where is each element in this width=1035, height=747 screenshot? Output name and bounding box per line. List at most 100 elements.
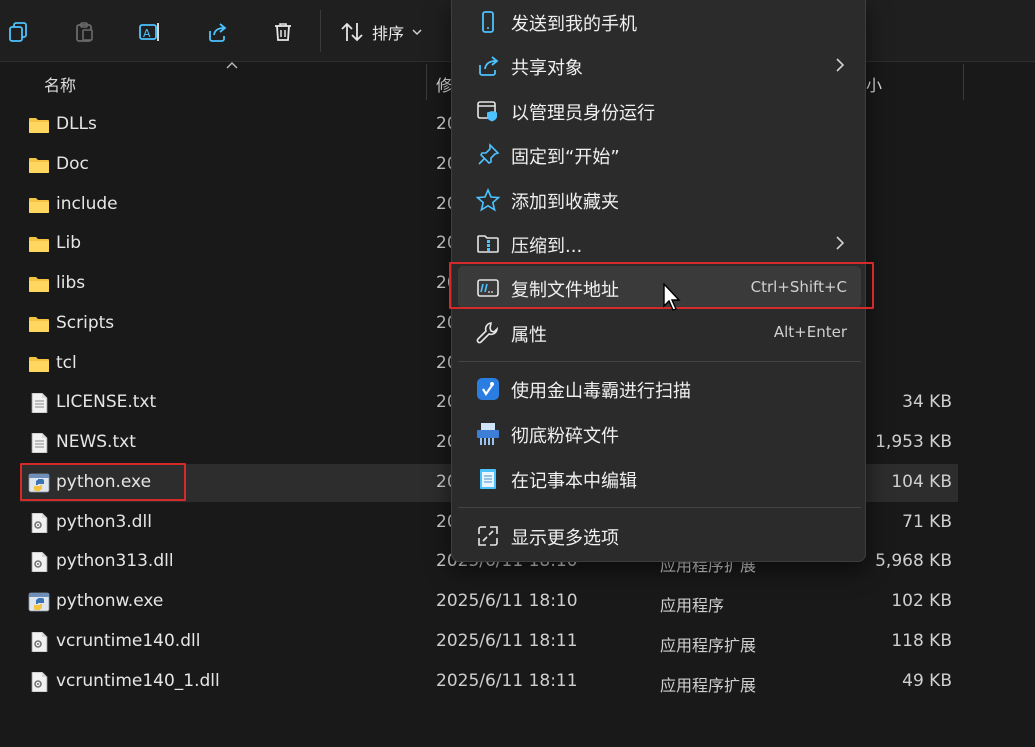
sort-label: 排序 <box>372 24 405 43</box>
file-name: python313.dll <box>56 551 174 572</box>
column-divider[interactable] <box>963 64 964 100</box>
file-row[interactable]: vcruntime140.dll 2025/6/11 18:11 应用程序扩展 118… <box>20 623 958 661</box>
menu-item-admin-shield[interactable]: 以管理员身份运行 <box>458 89 861 131</box>
file-name: Doc <box>56 153 89 174</box>
menu-item-label: 添加到收藏夹 <box>511 192 619 213</box>
column-name-header[interactable]: 名称 <box>44 72 76 96</box>
file-name: DLLs <box>56 114 97 134</box>
menu-item-label: 显示更多选项 <box>511 528 619 549</box>
pin-icon <box>476 143 500 167</box>
dll-file-icon <box>28 551 50 573</box>
file-date: 2025/6/11 18:10 <box>436 591 578 611</box>
sort-ascending-caret-icon <box>226 62 238 69</box>
menu-item-label: 彻底粉碎文件 <box>511 426 619 447</box>
menu-item-shredder[interactable]: 彻底粉碎文件 <box>458 412 861 454</box>
folder-icon <box>28 274 50 294</box>
file-type: 应用程序扩展 <box>660 635 757 655</box>
column-divider[interactable] <box>426 64 427 100</box>
file-row[interactable]: vcruntime140_1.dll 2025/6/11 18:11 应用程序扩展 4… <box>20 663 958 701</box>
copy-icon[interactable] <box>0 14 36 50</box>
svg-text:A: A <box>143 27 151 40</box>
menu-item-shortcut: Alt+Enter <box>773 323 847 341</box>
file-name: Lib <box>56 233 81 254</box>
folder-icon <box>28 354 50 374</box>
menu-item-share[interactable]: 共享对象 <box>458 44 861 86</box>
highlight-box-python-exe <box>20 463 186 501</box>
menu-item-notepad[interactable]: 在记事本中编辑 <box>458 457 861 499</box>
rename-icon[interactable]: A <box>132 14 168 50</box>
sort-icon <box>341 22 363 42</box>
folder-icon <box>28 234 50 254</box>
column-size-header[interactable]: 小 <box>866 72 882 96</box>
file-name: LICENSE.txt <box>56 392 157 413</box>
dll-file-icon <box>28 512 50 533</box>
chevron-down-icon <box>412 29 422 36</box>
file-name: libs <box>56 273 86 293</box>
notepad-icon <box>476 467 500 491</box>
menu-item-label: 发送到我的手机 <box>511 14 637 35</box>
more-options-icon <box>476 524 500 548</box>
file-size: 1,953 KB <box>875 432 952 452</box>
menu-item-more-options[interactable]: 显示更多选项 <box>458 514 861 556</box>
menu-item-star[interactable]: 添加到收藏夹 <box>458 178 861 220</box>
file-name: vcruntime140.dll <box>56 630 201 651</box>
sort-button[interactable]: 排序 <box>340 14 422 50</box>
txt-file-icon <box>28 392 50 414</box>
file-size: 118 KB <box>891 630 952 651</box>
menu-separator <box>458 361 861 362</box>
antivirus-icon <box>476 377 500 401</box>
menu-item-zip[interactable]: 压缩到... <box>458 222 861 264</box>
wrench-icon <box>476 321 500 345</box>
exe-file-icon <box>28 592 50 612</box>
file-size: 102 KB <box>891 591 952 611</box>
folder-icon <box>28 314 50 334</box>
file-date: 2025/6/11 18:11 <box>436 630 578 651</box>
chevron-right-icon <box>836 58 845 72</box>
folder-icon <box>28 195 50 215</box>
share-icon[interactable] <box>199 14 235 50</box>
file-size: 49 KB <box>902 670 952 691</box>
mouse-cursor-icon <box>663 283 681 311</box>
folder-icon <box>28 155 50 175</box>
share-icon <box>476 54 500 78</box>
column-date-header[interactable]: 修 <box>436 72 452 96</box>
file-name: tcl <box>56 352 77 373</box>
file-row[interactable]: pythonw.exe 2025/6/11 18:10 应用程序 102 KB <box>20 583 958 621</box>
folder-icon <box>28 115 50 135</box>
phone-icon <box>476 10 500 34</box>
file-name: pythonw.exe <box>56 591 164 611</box>
file-name: python3.dll <box>56 511 152 532</box>
menu-item-label: 以管理员身份运行 <box>511 103 655 124</box>
file-explorer-window: A 排序 名称 修 小 DLLs 20 Doc 20 include 20 Lib 20 lib… <box>0 0 1035 747</box>
menu-item-label: 属性 <box>511 325 547 346</box>
menu-item-antivirus[interactable]: 使用金山毒霸进行扫描 <box>458 367 861 409</box>
menu-item-label: 在记事本中编辑 <box>511 471 637 492</box>
menu-item-wrench[interactable]: 属性 Alt+Enter <box>458 311 861 353</box>
menu-item-label: 固定到“开始” <box>511 147 620 168</box>
file-size: 104 KB <box>891 471 952 492</box>
file-name: vcruntime140_1.dll <box>56 670 220 691</box>
file-type: 应用程序 <box>660 596 725 615</box>
dll-file-icon <box>28 631 50 653</box>
chevron-right-icon <box>836 236 845 250</box>
txt-file-icon <box>28 432 50 454</box>
toolbar-separator <box>320 10 321 52</box>
menu-item-pin[interactable]: 固定到“开始” <box>458 133 861 175</box>
delete-icon[interactable] <box>265 14 301 50</box>
menu-item-label: 使用金山毒霸进行扫描 <box>511 381 691 402</box>
admin-shield-icon <box>476 99 500 123</box>
file-date: 2025/6/11 18:11 <box>436 670 578 691</box>
file-type: 应用程序扩展 <box>660 675 757 695</box>
shredder-icon <box>476 422 500 446</box>
file-size: 5,968 KB <box>875 551 952 572</box>
menu-item-phone[interactable]: 发送到我的手机 <box>458 0 861 42</box>
file-size: 71 KB <box>902 511 952 532</box>
file-name: include <box>56 193 118 214</box>
file-name: Scripts <box>56 312 115 333</box>
dll-file-icon <box>28 671 50 692</box>
menu-item-label: 共享对象 <box>511 58 583 79</box>
file-size: 34 KB <box>902 392 952 413</box>
star-icon <box>475 187 501 212</box>
menu-item-label: 压缩到... <box>511 236 583 257</box>
paste-icon[interactable] <box>66 14 102 50</box>
